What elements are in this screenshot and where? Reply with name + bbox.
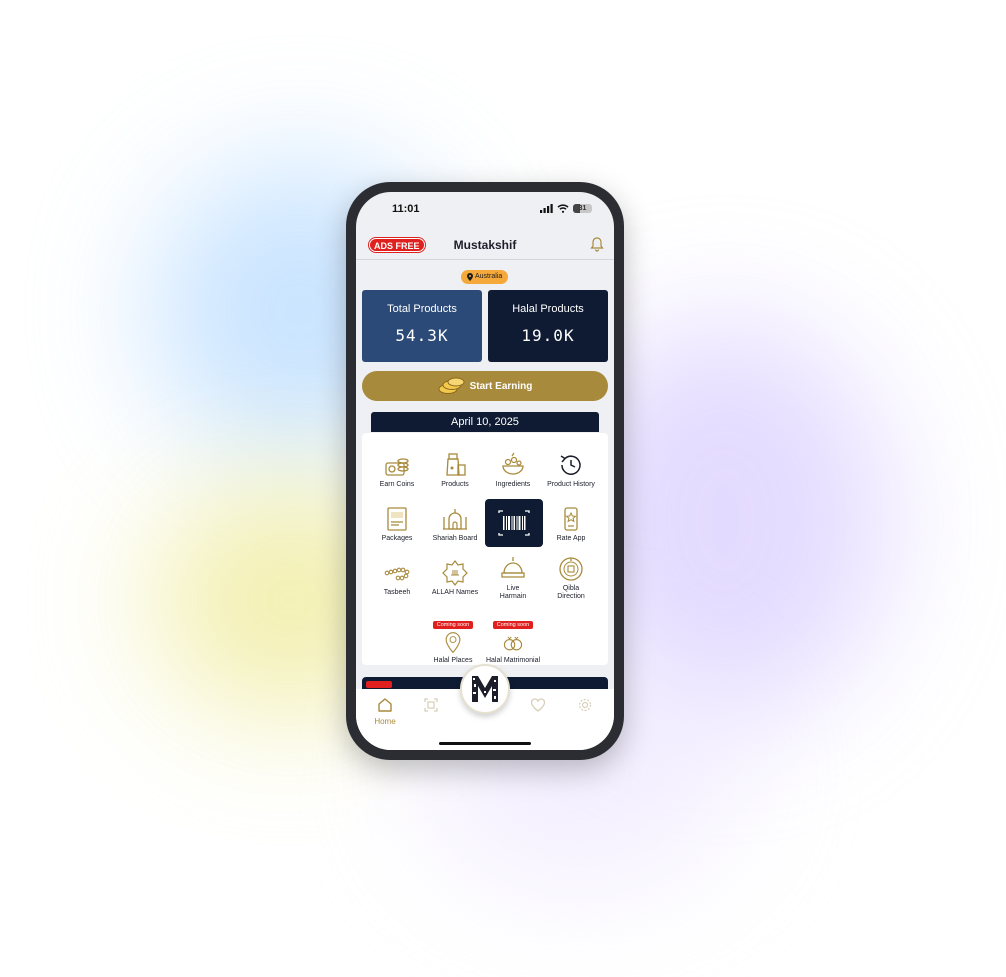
halal-products-card[interactable]: Halal Products 19.0K <box>488 290 608 362</box>
tab-favorites[interactable] <box>518 697 558 713</box>
coming-soon-badge: Coming soon <box>492 621 534 629</box>
phone-frame: 11:01 31 ADS FREE Mustakshif Australia T… <box>346 182 624 760</box>
location-label: Australia <box>475 273 503 280</box>
menu-item-allah-names[interactable]: ALLAH Names <box>425 559 485 597</box>
total-products-card[interactable]: Total Products 54.3K <box>362 290 482 362</box>
earn-coins-icon <box>385 458 409 476</box>
barcode-scan-button[interactable] <box>485 499 543 547</box>
halal-products-label: Halal Products <box>512 303 584 315</box>
menu-item-shariah-board[interactable]: Shariah Board <box>425 505 485 543</box>
halal-places-label: Halal Places <box>433 657 473 664</box>
wifi-icon <box>557 204 569 213</box>
products-icon <box>446 453 466 476</box>
allah-names-icon <box>442 560 468 586</box>
packages-label: Packages <box>381 535 413 542</box>
live-harmain-line2: Harmain <box>499 593 527 600</box>
bell-icon[interactable] <box>590 236 604 252</box>
menu-item-products[interactable]: Products <box>425 451 485 489</box>
app-title: Mustakshif <box>453 238 517 252</box>
gear-icon <box>578 698 592 712</box>
earn-coins-label: Earn Coins <box>379 481 415 488</box>
menu-item-rate-app[interactable]: Rate App <box>541 505 601 543</box>
status-bar: 11:01 31 <box>356 192 614 228</box>
ingredients-icon <box>502 452 524 475</box>
qibla-label: Qibla Direction <box>541 585 601 601</box>
packages-icon <box>387 507 407 531</box>
menu-item-tasbeeh[interactable]: Tasbeeh <box>367 559 427 597</box>
allah-names-label: ALLAH Names <box>431 589 479 596</box>
ingredients-label: Ingredients <box>495 481 531 488</box>
home-icon <box>378 698 392 712</box>
menu-item-ingredients[interactable]: Ingredients <box>483 451 543 489</box>
tab-scan[interactable] <box>411 697 451 713</box>
tab-home[interactable]: Home <box>365 697 405 726</box>
tab-home-label: Home <box>374 717 396 726</box>
home-indicator <box>439 742 531 745</box>
location-chip[interactable]: Australia <box>461 270 509 284</box>
total-products-value: 54.3K <box>395 326 449 345</box>
qibla-line2: Direction <box>557 593 585 600</box>
qibla-line1: Qibla <box>562 585 580 592</box>
shariah-board-label: Shariah Board <box>432 535 478 542</box>
phone-screen: 11:01 31 ADS FREE Mustakshif Australia T… <box>356 192 614 750</box>
tasbeeh-label: Tasbeeh <box>383 589 411 596</box>
qibla-compass-icon <box>559 557 583 581</box>
total-products-label: Total Products <box>387 303 457 315</box>
menu-grid: Earn Coins Products Ingredients Product … <box>362 433 608 665</box>
location-pin-icon <box>467 273 473 281</box>
status-time: 11:01 <box>392 203 420 215</box>
tasbeeh-icon <box>384 567 410 581</box>
start-earning-button[interactable]: Start Earning <box>362 371 608 401</box>
promo-tag <box>366 681 392 688</box>
menu-item-earn-coins[interactable]: Earn Coins <box>367 451 427 489</box>
halal-products-value: 19.0K <box>521 326 575 345</box>
scan-tab-icon <box>424 698 438 712</box>
products-label: Products <box>441 481 469 488</box>
menu-item-halal-matrimonial[interactable]: Coming soon Halal Matrimonial <box>480 613 546 665</box>
rate-app-icon <box>564 507 578 531</box>
signal-icon <box>540 204 553 213</box>
status-icons: 31 <box>540 204 592 213</box>
start-earning-label: Start Earning <box>469 380 533 392</box>
heart-icon <box>530 698 546 712</box>
battery-level: 31 <box>578 205 587 212</box>
rings-icon <box>503 636 523 651</box>
product-history-label: Product History <box>547 481 595 488</box>
menu-item-product-history[interactable]: Product History <box>541 451 601 489</box>
coins-icon <box>438 377 465 394</box>
rate-app-label: Rate App <box>556 535 586 542</box>
mustakshif-logo-icon <box>472 676 498 702</box>
halal-places-pin-icon <box>445 632 461 654</box>
barcode-icon <box>498 510 530 536</box>
mustakshif-scan-fab[interactable] <box>460 664 510 714</box>
date-bar: April 10, 2025 <box>371 412 599 432</box>
battery-icon: 31 <box>573 204 592 213</box>
menu-item-halal-places[interactable]: Coming soon Halal Places <box>420 613 486 665</box>
app-header: ADS FREE Mustakshif <box>356 232 614 260</box>
menu-item-qibla-direction[interactable]: Qibla Direction <box>541 555 601 601</box>
coming-soon-badge: Coming soon <box>432 621 474 629</box>
menu-item-packages[interactable]: Packages <box>367 505 427 543</box>
tab-settings[interactable] <box>565 697 605 713</box>
live-harmain-label: Live Harmain <box>483 585 543 601</box>
mosque-icon <box>443 509 467 530</box>
live-harmain-line1: Live <box>506 585 520 592</box>
dome-icon <box>501 557 525 578</box>
menu-item-live-harmain[interactable]: Live Harmain <box>483 555 543 601</box>
history-icon <box>560 455 581 475</box>
